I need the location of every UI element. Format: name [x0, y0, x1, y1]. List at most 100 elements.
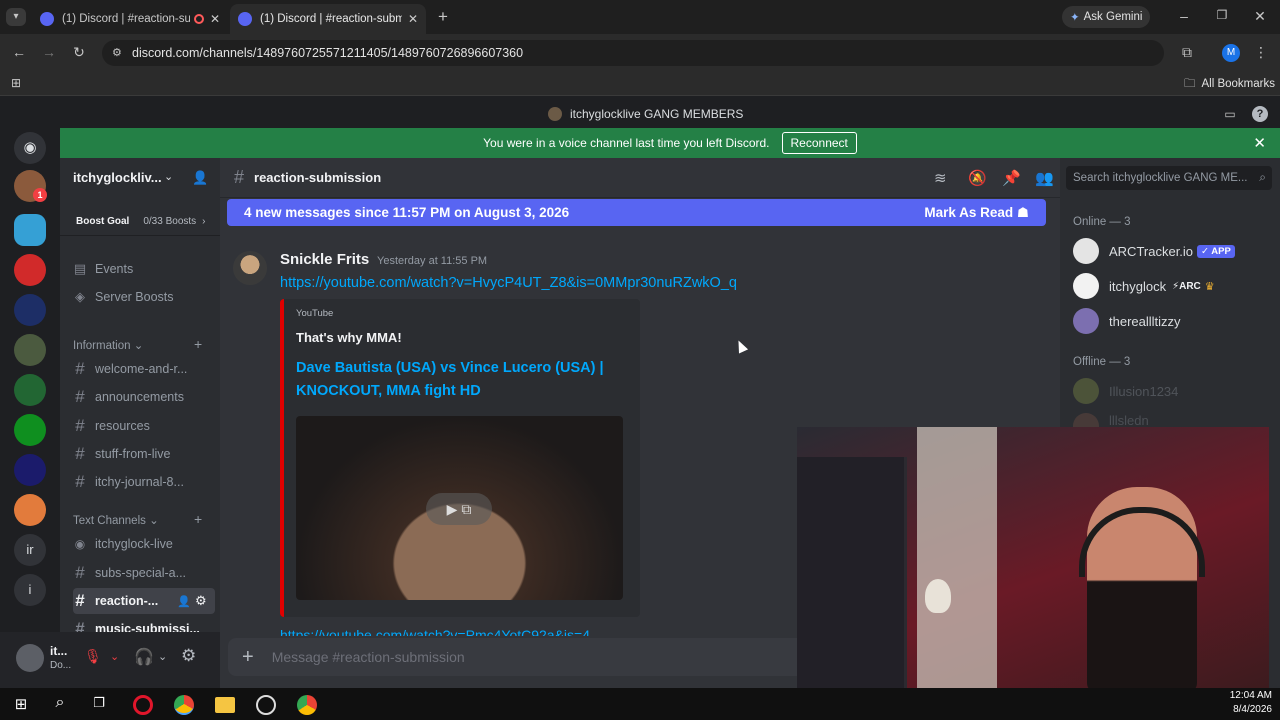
tab-title: (1) Discord | #reaction-subm	[62, 13, 190, 25]
server-icon[interactable]: i	[14, 574, 46, 606]
member-item[interactable]: itchyglock ⚡ARC ♛	[1073, 273, 1215, 299]
message-author[interactable]: Snickle Frits	[280, 251, 369, 268]
server-icon[interactable]	[14, 214, 46, 246]
apps-grid-icon[interactable]: ⊞	[8, 76, 24, 90]
pinned-icon[interactable]: 📌	[1002, 169, 1021, 187]
voice-stage-icon: ◉	[74, 537, 86, 551]
channel-item[interactable]: ◉ itchyglock-live	[73, 531, 215, 557]
close-banner-icon[interactable]: ✕	[1253, 134, 1266, 152]
channel-item[interactable]: # announcements	[73, 384, 215, 410]
channel-sidebar: itchyglockliv... ⌄ 👤 Boost Goal 0/33 Boo…	[60, 158, 220, 688]
obs-icon[interactable]	[256, 695, 276, 715]
chevron-down-icon[interactable]: ⌄	[158, 650, 167, 663]
headphones-icon[interactable]: 🎧	[134, 647, 154, 667]
chevron-down-icon[interactable]: ⌄	[110, 650, 119, 663]
server-icon[interactable]	[14, 374, 46, 406]
discord-favicon-icon	[238, 12, 252, 26]
youtube-embed: YouTube That's why MMA! Dave Bautista (U…	[280, 299, 640, 617]
channel-item[interactable]: # resources	[73, 413, 215, 439]
video-thumbnail[interactable]: ▶ ⧉	[296, 416, 623, 600]
opera-icon[interactable]	[133, 695, 153, 715]
category-information[interactable]: Information ⌄	[73, 338, 143, 352]
channel-item[interactable]: # stuff-from-live	[73, 441, 215, 467]
embed-provider: YouTube	[296, 308, 334, 319]
close-tab-icon[interactable]: ✕	[408, 12, 418, 26]
gear-icon[interactable]: ⚙	[195, 593, 207, 609]
username: it...	[50, 644, 68, 658]
threads-icon[interactable]: ≋	[934, 169, 947, 187]
address-bar[interactable]: ⚙ discord.com/channels/14897607255712114…	[102, 40, 1164, 66]
file-explorer-icon[interactable]	[215, 697, 235, 713]
category-text-channels[interactable]: Text Channels ⌄	[73, 513, 159, 527]
sidebar-item-server-boosts[interactable]: ◈ Server Boosts	[73, 284, 215, 310]
channel-item-active[interactable]: # reaction-... 👤 ⚙	[73, 588, 215, 614]
user-panel: it... Do... 🎙 ⌄ 🎧 ⌄ ⚙	[0, 632, 220, 688]
invite-icon[interactable]: 👤	[177, 595, 191, 608]
channel-item[interactable]: # welcome-and-r...	[73, 356, 215, 382]
browser-tab-2[interactable]: (1) Discord | #reaction-submiss ✕	[230, 4, 426, 34]
chevron-down-icon[interactable]: ⌄	[164, 170, 173, 183]
add-channel-icon[interactable]: +	[194, 336, 202, 352]
ask-gemini-button[interactable]: ✦ Ask Gemini	[1062, 6, 1150, 28]
server-icon[interactable]	[14, 334, 46, 366]
close-window-icon[interactable]: ✕	[1252, 8, 1268, 25]
menu-kebab-icon[interactable]: ⋮	[1254, 44, 1268, 61]
server-icon[interactable]	[14, 454, 46, 486]
browser-tab-1[interactable]: (1) Discord | #reaction-subm ✕	[32, 4, 228, 34]
add-channel-icon[interactable]: +	[194, 511, 202, 527]
back-icon[interactable]: ←	[10, 44, 28, 60]
extensions-icon[interactable]: ⧉	[1178, 44, 1196, 61]
clock[interactable]: 12:04 AM 8/4/2026	[1230, 689, 1272, 717]
server-icon[interactable]	[14, 294, 46, 326]
discord-home-icon[interactable]: ◉	[14, 132, 46, 164]
reload-icon[interactable]: ↻	[70, 44, 88, 61]
member-item[interactable]: lllsledn	[1073, 413, 1149, 427]
mute-mic-icon[interactable]: 🎙	[84, 648, 102, 666]
all-bookmarks-button[interactable]: 🗀 All Bookmarks	[1184, 76, 1275, 95]
notification-mute-icon[interactable]: 🔕	[968, 169, 987, 187]
chrome-icon[interactable]	[174, 695, 194, 715]
channel-header: # reaction-submission ≋ 🔕 📌 👥	[220, 158, 1060, 198]
add-attachment-icon[interactable]: +	[242, 646, 254, 669]
chrome-icon[interactable]	[297, 695, 317, 715]
inbox-icon[interactable]: ▭	[1222, 107, 1238, 121]
embed-author[interactable]: That's why MMA!	[296, 330, 402, 345]
member-list-icon[interactable]: 👥	[1035, 169, 1054, 187]
mark-as-read-button[interactable]: Mark As Read ☗	[924, 205, 1029, 221]
reconnect-button[interactable]: Reconnect	[781, 132, 857, 154]
member-item[interactable]: Illusion1234	[1073, 378, 1178, 404]
forward-icon[interactable]: →	[40, 44, 58, 60]
minimize-icon[interactable]: –	[1176, 8, 1192, 24]
message-link[interactable]: https://youtube.com/watch?v=HvycP4UT_Z8&…	[280, 275, 737, 291]
server-icon[interactable]	[14, 414, 46, 446]
avatar[interactable]	[16, 644, 44, 672]
play-button-icon[interactable]: ▶ ⧉	[426, 493, 492, 525]
member-item[interactable]: ARCTracker.io ✓ APP	[1073, 238, 1235, 264]
task-view-icon[interactable]: ❐	[90, 695, 108, 711]
windows-start-icon[interactable]: ⊞	[12, 695, 30, 713]
maximize-icon[interactable]: ❐	[1214, 8, 1230, 22]
next-message-link[interactable]: https://youtube.com/watch?v=Pmc4YotC92a&…	[280, 624, 760, 636]
close-tab-icon[interactable]: ✕	[210, 12, 220, 26]
invite-people-icon[interactable]: 👤	[192, 170, 208, 186]
channel-item[interactable]: # subs-special-a...	[73, 560, 215, 586]
gear-icon[interactable]: ⚙	[181, 646, 196, 666]
tab-search-icon[interactable]: ▾	[6, 8, 26, 26]
profile-avatar[interactable]: M	[1222, 44, 1240, 62]
message-avatar[interactable]	[233, 251, 267, 285]
site-info-icon[interactable]: ⚙	[112, 46, 122, 59]
new-messages-bar[interactable]: 4 new messages since 11:57 PM on August …	[227, 199, 1046, 226]
embed-title[interactable]: Dave Bautista (USA) vs Vince Lucero (USA…	[296, 357, 628, 403]
search-icon[interactable]: ⌕	[51, 694, 69, 712]
boost-goal-row[interactable]: Boost Goal 0/33 Boosts ›	[60, 208, 220, 236]
server-icon[interactable]: ir	[14, 534, 46, 566]
member-search[interactable]: Search itchyglocklive GANG ME... ⌕	[1066, 166, 1272, 190]
hash-icon: #	[75, 563, 85, 582]
new-tab-icon[interactable]: +	[434, 8, 452, 26]
sidebar-item-events[interactable]: ▤ Events	[73, 256, 215, 282]
help-icon[interactable]: ?	[1252, 106, 1268, 122]
server-icon[interactable]	[14, 254, 46, 286]
channel-item[interactable]: # itchy-journal-8...	[73, 469, 215, 495]
member-item[interactable]: thereallltizzy	[1073, 308, 1181, 334]
server-icon[interactable]	[14, 494, 46, 526]
